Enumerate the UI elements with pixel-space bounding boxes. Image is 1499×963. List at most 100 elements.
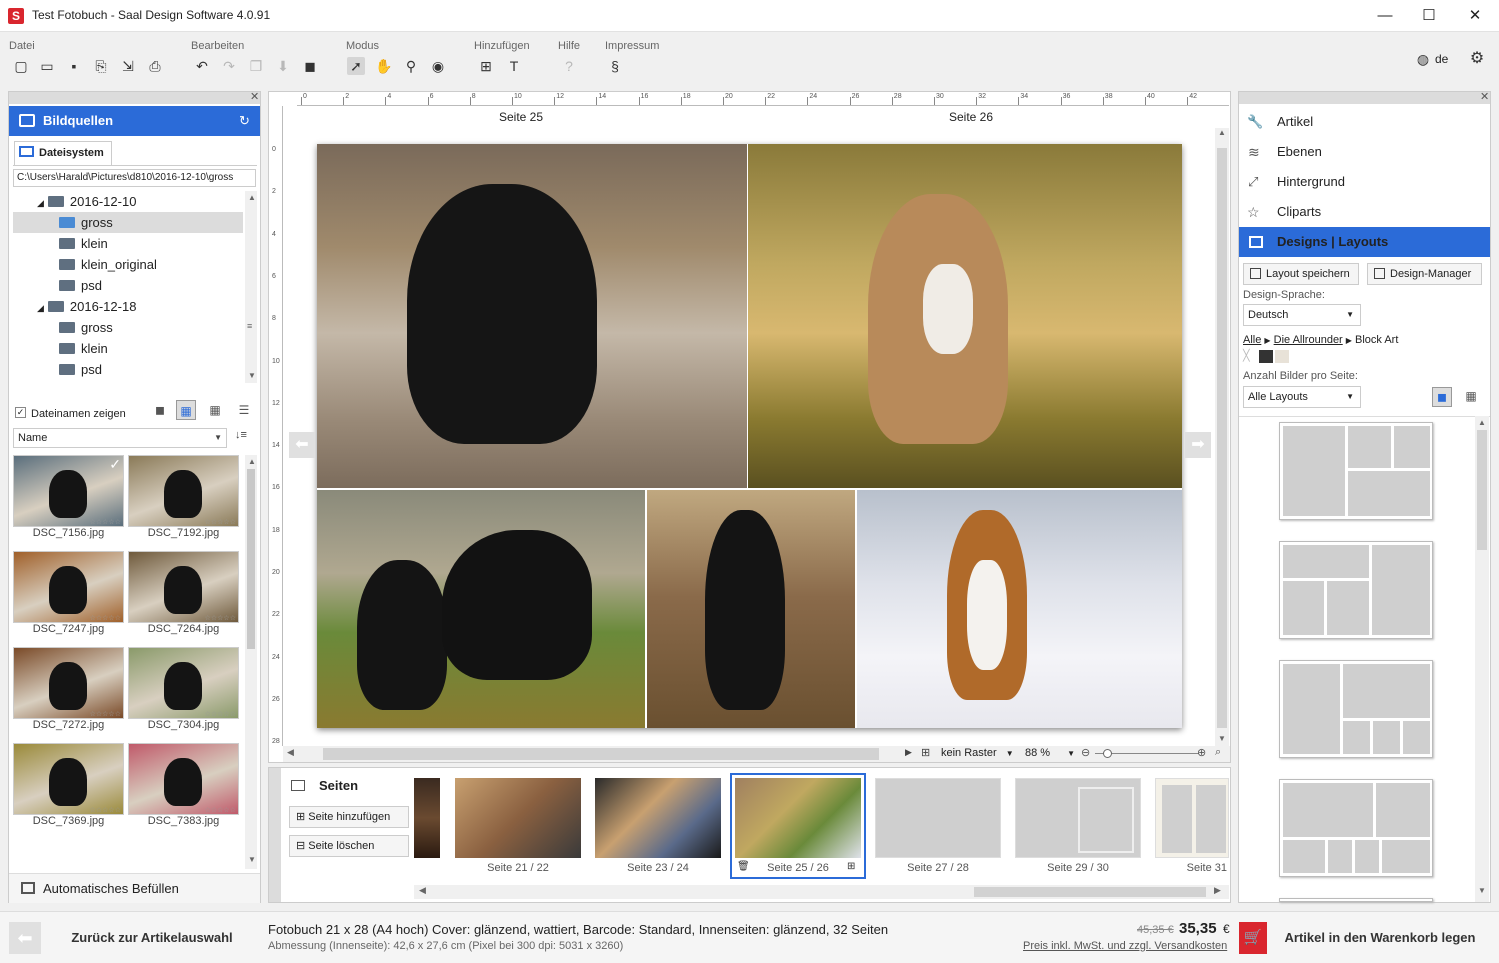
page-thumbnail-29-30[interactable]	[1015, 778, 1141, 858]
view-large-icon[interactable]: ◼	[150, 400, 170, 420]
scroll-right-icon[interactable]: ▶	[1214, 885, 1221, 896]
view-list-icon[interactable]: ☰	[234, 400, 254, 420]
expand-arrow-icon[interactable]: ◢	[37, 303, 44, 313]
export-pdf-icon[interactable]: ⇲	[119, 57, 137, 75]
page-thumbnail-27-28[interactable]	[875, 778, 1001, 858]
thumbnail-item[interactable]: ☆☆☆☆☆ DSC_7192.jpg	[128, 455, 239, 539]
rating-stars[interactable]: ☆☆☆☆☆	[205, 806, 236, 814]
scroll-up-icon[interactable]: ▲	[248, 457, 256, 466]
gear-icon[interactable]: ⚙	[1468, 50, 1486, 68]
thumbnail-image[interactable]: ☆☆☆☆☆	[128, 551, 239, 623]
rating-stars[interactable]: ☆☆☆☆☆	[90, 710, 121, 718]
thumbnail-scrollbar[interactable]: ▲ ▼	[245, 455, 257, 869]
add-to-cart-button[interactable]: Artikel in den Warenkorb legen	[1269, 922, 1491, 954]
view-large-layouts-icon[interactable]: ◼	[1432, 387, 1452, 407]
close-button[interactable]: ✕	[1460, 5, 1490, 27]
raster-dropdown[interactable]: kein Raster ▼	[941, 747, 1014, 759]
refresh-icon[interactable]: ↻	[239, 106, 250, 136]
language-selector[interactable]: de	[1435, 52, 1448, 66]
impressum-icon[interactable]: §	[606, 57, 624, 75]
thumbnail-image[interactable]: ☆☆☆☆☆	[128, 743, 239, 815]
scroll-up-icon[interactable]: ▲	[1478, 418, 1486, 427]
photo-frame-dog-forest[interactable]	[748, 144, 1182, 488]
rating-stars[interactable]: ☆☆☆☆☆	[205, 518, 236, 526]
layout-option-4[interactable]	[1279, 779, 1433, 877]
layout-option-1[interactable]	[1279, 422, 1433, 520]
auto-arrange-icon[interactable]: ◼	[301, 57, 319, 75]
panel-close-icon[interactable]: ✕	[250, 90, 259, 103]
scroll-left-icon[interactable]: ◀	[287, 747, 294, 758]
photo-frame-running-dog[interactable]	[647, 490, 855, 728]
open-folder-icon[interactable]: ▭	[38, 57, 56, 75]
show-filenames-checkbox[interactable]: ✓	[15, 407, 26, 418]
thumbnail-item[interactable]: ☆☆☆☆☆ DSC_7369.jpg	[13, 743, 124, 827]
play-icon[interactable]: ▶	[905, 747, 912, 758]
grid-icon[interactable]: ⊞	[921, 746, 930, 759]
scroll-grip-icon[interactable]: ≡	[247, 321, 252, 331]
menu-item-artikel[interactable]: 🔧 Artikel	[1239, 107, 1490, 137]
rating-stars[interactable]: ☆☆☆☆☆	[205, 614, 236, 622]
thumbnail-item[interactable]: ☆☆☆☆☆ DSC_7272.jpg	[13, 647, 124, 731]
layouts-scrollbar[interactable]: ▲ ▼	[1475, 416, 1489, 902]
photo-frame-two-dogs[interactable]	[317, 490, 645, 728]
no-color-swatch[interactable]: ╳	[1243, 350, 1257, 363]
scroll-thumb[interactable]	[974, 887, 1206, 897]
layout-option-3[interactable]	[1279, 660, 1433, 758]
zoom-slider-handle[interactable]	[1103, 749, 1112, 758]
hand-icon[interactable]: ✋	[375, 57, 393, 75]
autofill-button[interactable]: Automatisches Befüllen	[9, 873, 260, 903]
zoom-out-icon[interactable]: ⊖	[1081, 746, 1090, 759]
sort-dropdown[interactable]: Name ▼	[13, 428, 227, 448]
rating-stars[interactable]: ☆☆☆☆☆	[90, 614, 121, 622]
tree-item[interactable]: gross	[13, 317, 243, 338]
layout-option-2[interactable]	[1279, 541, 1433, 639]
help-icon[interactable]: ?	[560, 57, 578, 75]
scroll-thumb[interactable]	[1217, 148, 1227, 728]
delete-page-button[interactable]: ⊟ Seite löschen	[289, 835, 409, 857]
scroll-thumb[interactable]	[1477, 430, 1487, 550]
new-file-icon[interactable]: ▢	[12, 57, 30, 75]
thumbnail-image[interactable]: ☆☆☆☆☆	[13, 647, 124, 719]
page-thumbnail-31[interactable]	[1155, 778, 1229, 858]
previous-page-arrow-icon[interactable]: ⬅	[289, 432, 315, 458]
scroll-up-icon[interactable]: ▲	[1218, 128, 1226, 137]
tree-item-selected[interactable]: gross	[13, 212, 243, 233]
scroll-down-icon[interactable]: ▼	[248, 371, 256, 380]
tree-item[interactable]: psd	[13, 275, 243, 296]
print-icon[interactable]: ⎙	[146, 57, 164, 75]
cart-icon[interactable]: 🛒	[1239, 922, 1267, 954]
view-small-layouts-icon[interactable]: ▦	[1461, 387, 1481, 407]
breadcrumb-all[interactable]: Alle	[1243, 334, 1261, 346]
save-icon[interactable]: ▪	[65, 57, 83, 75]
sort-direction-icon[interactable]: ↓≡	[235, 429, 247, 441]
scroll-thumb[interactable]	[247, 469, 255, 649]
page-thumbnail-21-22[interactable]	[455, 778, 581, 858]
menu-item-ebenen[interactable]: ≋ Ebenen	[1239, 137, 1490, 167]
images-per-page-dropdown[interactable]: Alle Layouts ▼	[1243, 386, 1361, 408]
thumbnail-item[interactable]: ☆☆☆☆☆ DSC_7304.jpg	[128, 647, 239, 731]
rating-stars[interactable]: ☆☆☆☆☆	[205, 710, 236, 718]
select-cursor-icon[interactable]: ➚	[347, 57, 365, 75]
zoom-dropdown[interactable]: 88 % ▼	[1025, 747, 1075, 759]
add-image-frame-icon[interactable]: ⊞	[477, 57, 495, 75]
rating-stars[interactable]: ☆☆☆☆☆	[90, 518, 121, 526]
tree-item[interactable]: klein_original	[13, 254, 243, 275]
breadcrumb-category[interactable]: Die Allrounder	[1274, 334, 1343, 346]
thumbnail-image[interactable]: ☆☆☆☆☆	[13, 743, 124, 815]
panel-close-icon[interactable]: ✕	[1480, 90, 1489, 103]
color-swatch-dark[interactable]	[1259, 350, 1273, 363]
back-to-articles-button[interactable]: Zurück zur Artikelauswahl	[44, 922, 260, 954]
zoom-icon[interactable]: ⚲	[402, 57, 420, 75]
pages-scrollbar[interactable]: ◀ ▶	[414, 885, 1229, 899]
pages-panel-handle[interactable]	[269, 768, 281, 902]
panel-drag-handle[interactable]	[9, 92, 260, 104]
back-arrow-icon[interactable]: ⬅	[9, 922, 41, 954]
photobook-spread[interactable]	[317, 144, 1182, 728]
menu-item-hintergrund[interactable]: ⤢ Hintergrund	[1239, 167, 1490, 197]
add-page-button[interactable]: ⊞ Seite hinzufügen	[289, 806, 409, 828]
color-swatch-light[interactable]	[1275, 350, 1289, 363]
copy-icon[interactable]: ❐	[247, 57, 265, 75]
menu-item-designs-layouts[interactable]: Designs | Layouts	[1239, 227, 1490, 257]
save-layout-button[interactable]: Layout speichern	[1243, 263, 1359, 285]
expand-arrow-icon[interactable]: ◢	[37, 198, 44, 208]
